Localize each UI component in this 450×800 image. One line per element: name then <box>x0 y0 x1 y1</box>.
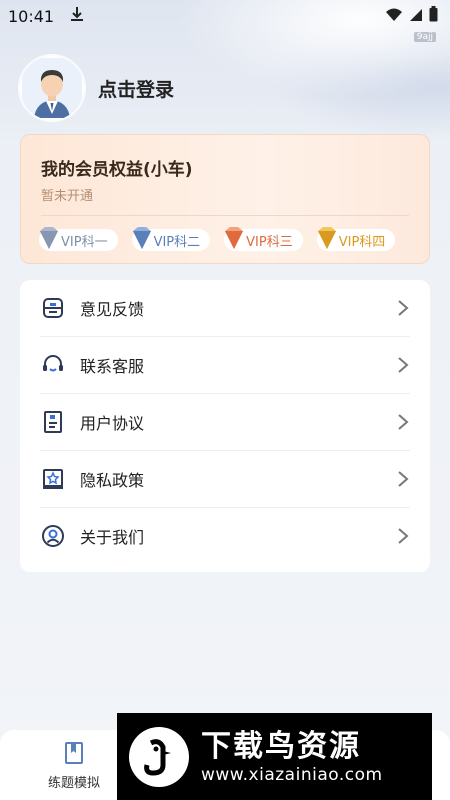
vip-gem-icon <box>132 227 151 249</box>
chevron-right-icon <box>398 471 409 487</box>
vip-badge-list: VIP科一 VIP科二 VIP科三 VIP科四 <box>39 227 396 251</box>
menu-item-label: 隐私政策 <box>80 471 145 490</box>
login-link[interactable]: 点击登录 <box>98 75 174 102</box>
menu-item-customer-service[interactable]: 联系客服 <box>40 337 410 394</box>
menu-item-label: 用户协议 <box>80 414 145 433</box>
vip-badge-label: VIP科四 <box>338 234 386 250</box>
headset-icon <box>40 352 66 378</box>
download-icon <box>70 6 84 26</box>
profile-section[interactable]: 点击登录 <box>20 56 174 120</box>
tab-label: 练题模拟 <box>48 776 101 791</box>
vip-badge-ke2[interactable]: VIP科二 <box>131 227 211 251</box>
status-time: 10:41 <box>8 6 55 26</box>
chevron-right-icon <box>398 414 409 430</box>
chevron-right-icon <box>398 300 409 316</box>
privacy-icon <box>40 466 66 492</box>
vip-title: 我的会员权益(小车) <box>41 160 193 180</box>
menu-item-about-us[interactable]: 关于我们 <box>40 508 410 564</box>
vip-benefits-card[interactable]: 我的会员权益(小车) 暂未开通 VIP科一 VIP科二 VIP科三 VIP科四 <box>20 134 430 264</box>
wifi-icon <box>385 7 403 26</box>
chevron-right-icon <box>398 528 409 544</box>
menu-item-label: 联系客服 <box>80 357 145 376</box>
divider <box>41 215 409 216</box>
vip-status: 暂未开通 <box>41 189 94 204</box>
vip-badge-ke4[interactable]: VIP科四 <box>316 227 396 251</box>
avatar[interactable] <box>20 56 84 120</box>
bird-logo-icon <box>129 726 189 787</box>
menu-item-user-agreement[interactable]: 用户协议 <box>40 394 410 451</box>
vip-gem-icon <box>225 227 244 249</box>
status-bar: 10:41 <box>0 0 450 32</box>
menu-item-privacy-policy[interactable]: 隐私政策 <box>40 451 410 508</box>
vip-gem-icon <box>317 227 336 249</box>
vip-badge-label: VIP科一 <box>61 234 108 250</box>
feedback-icon <box>40 295 66 321</box>
vip-badge-label: VIP科二 <box>153 234 201 250</box>
watermark-title: 下载鸟资源 <box>201 728 361 764</box>
menu-item-label: 关于我们 <box>80 528 145 547</box>
vip-badge-ke3[interactable]: VIP科三 <box>224 227 303 251</box>
book-icon <box>65 742 83 764</box>
chevron-right-icon <box>398 357 409 373</box>
battery-icon <box>429 6 438 26</box>
vip-gem-icon <box>40 227 58 249</box>
vip-badge-label: VIP科三 <box>246 234 293 250</box>
vip-badge-ke1[interactable]: VIP科一 <box>39 227 118 251</box>
signal-icon <box>409 7 423 26</box>
user-icon <box>40 523 66 549</box>
menu-item-feedback[interactable]: 意见反馈 <box>40 280 410 337</box>
watermark-overlay: 下载鸟资源 www.xiazainiao.com <box>117 713 432 800</box>
menu-item-label: 意见反馈 <box>80 300 145 319</box>
tab-practice[interactable]: 练题模拟 <box>48 740 100 791</box>
status-tiny-label: 9ajj <box>413 32 436 42</box>
document-icon <box>40 409 66 435</box>
watermark-url: www.xiazainiao.com <box>201 764 383 785</box>
settings-menu: 意见反馈 联系客服 用户协议 隐私政策 关于我们 <box>20 280 430 572</box>
